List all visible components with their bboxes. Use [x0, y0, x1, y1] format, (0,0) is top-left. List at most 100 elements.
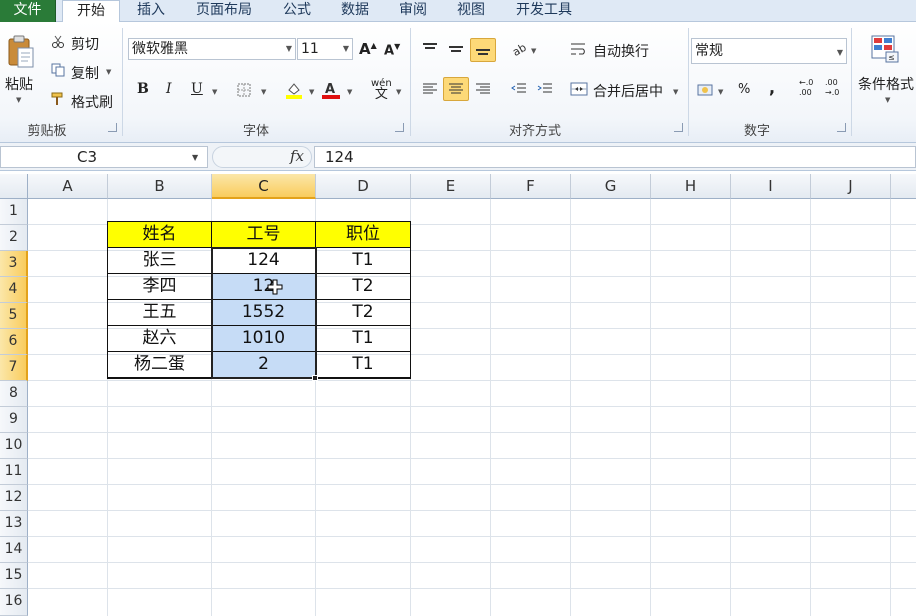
tab-view[interactable]: 视图 [446, 0, 496, 22]
cell-b3[interactable]: 张三 [108, 248, 212, 274]
conditional-formatting-icon[interactable]: ≤ [868, 32, 902, 66]
merge-dropdown-icon[interactable]: ▼ [673, 88, 678, 96]
cell-d5[interactable]: T2 [316, 300, 411, 326]
align-top-icon[interactable] [419, 38, 441, 60]
cell-c2[interactable]: 工号 [212, 222, 316, 248]
cell-b4[interactable]: 李四 [108, 274, 212, 300]
accounting-dropdown-icon[interactable]: ▼ [718, 88, 723, 96]
formula-input[interactable]: 124 [314, 146, 916, 168]
font-dialog-launcher-icon[interactable] [395, 123, 404, 132]
column-header-b[interactable]: B [108, 174, 212, 199]
row-header-14[interactable]: 14 [0, 537, 28, 563]
tab-file[interactable]: 文件 [0, 0, 56, 22]
cell-b5[interactable]: 王五 [108, 300, 212, 326]
border-icon[interactable] [236, 82, 252, 98]
underline-dropdown-icon[interactable]: ▼ [212, 88, 217, 96]
wrap-text-icon[interactable] [569, 39, 589, 59]
cell-d6[interactable]: T1 [316, 326, 411, 352]
font-name-dropdown[interactable]: 微软雅黑 ▼ [128, 38, 296, 60]
underline-button[interactable]: U [191, 81, 203, 97]
font-color-icon[interactable]: A [321, 80, 341, 100]
row-header-13[interactable]: 13 [0, 511, 28, 537]
row-header-2[interactable]: 2 [0, 225, 28, 251]
cell-c6[interactable]: 1010 [212, 326, 316, 352]
align-center-button[interactable] [443, 77, 469, 101]
tab-formulas[interactable]: 公式 [272, 0, 322, 22]
fill-color-icon[interactable] [285, 80, 303, 100]
copy-button[interactable]: 复制 [71, 63, 99, 83]
paste-icon[interactable] [4, 32, 38, 72]
increase-indent-icon[interactable] [534, 78, 556, 100]
row-header-3[interactable]: 3 [0, 251, 28, 277]
cell-d3[interactable]: T1 [316, 248, 411, 274]
fill-handle[interactable] [312, 375, 318, 381]
shrink-font-button[interactable]: A▼ [384, 42, 400, 58]
percent-style-button[interactable]: % [738, 82, 750, 97]
clipboard-dialog-launcher-icon[interactable] [108, 123, 117, 132]
column-header-h[interactable]: H [651, 174, 731, 199]
cell-b2[interactable]: 姓名 [108, 222, 212, 248]
align-middle-icon[interactable] [445, 38, 467, 60]
merge-center-button[interactable]: 合并后居中 [593, 81, 663, 101]
conditional-formatting-button[interactable]: 条件格式 [858, 74, 914, 94]
cell-d7[interactable]: T1 [316, 352, 411, 378]
alignment-dialog-launcher-icon[interactable] [674, 123, 683, 132]
column-header-a[interactable]: A [28, 174, 108, 199]
number-dialog-launcher-icon[interactable] [837, 123, 846, 132]
column-header-d[interactable]: D [316, 174, 411, 199]
border-dropdown-icon[interactable]: ▼ [261, 88, 266, 96]
column-header-f[interactable]: F [491, 174, 571, 199]
decrease-indent-icon[interactable] [508, 78, 530, 100]
copy-icon[interactable] [50, 62, 66, 78]
tab-page-layout[interactable]: 页面布局 [184, 0, 264, 22]
paste-button-label[interactable]: 粘贴 [5, 74, 33, 94]
row-header-9[interactable]: 9 [0, 407, 28, 433]
row-header-16[interactable]: 16 [0, 589, 28, 616]
row-header-10[interactable]: 10 [0, 433, 28, 459]
orientation-dropdown-icon[interactable]: ▼ [531, 47, 536, 55]
grow-font-button[interactable]: A▲ [359, 40, 377, 58]
accounting-format-icon[interactable] [696, 80, 716, 100]
column-header-e[interactable]: E [411, 174, 491, 199]
cell-c3[interactable]: 124 [212, 248, 316, 274]
decrease-decimal-button[interactable]: .00 →.0 [825, 78, 843, 98]
font-size-dropdown[interactable]: 11 ▼ [297, 38, 353, 60]
column-header-c[interactable]: C [212, 174, 316, 199]
number-format-dropdown[interactable]: 常规 ▼ [691, 38, 847, 64]
phonetic-button[interactable]: wén 文 [371, 78, 392, 101]
fill-color-dropdown-icon[interactable]: ▼ [309, 88, 314, 96]
paste-dropdown-icon[interactable]: ▼ [16, 96, 21, 104]
align-left-icon[interactable] [419, 78, 441, 100]
row-header-4[interactable]: 4 [0, 277, 28, 303]
cell-d4[interactable]: T2 [316, 274, 411, 300]
italic-button[interactable]: I [166, 81, 172, 97]
cell-b7[interactable]: 杨二蛋 [108, 352, 212, 378]
row-header-6[interactable]: 6 [0, 329, 28, 355]
cell-c4[interactable]: 12 [212, 274, 316, 300]
bold-button[interactable]: B [137, 81, 149, 97]
column-header-g[interactable]: G [571, 174, 651, 199]
tab-insert[interactable]: 插入 [124, 0, 178, 22]
tab-home[interactable]: 开始 [62, 0, 120, 23]
row-header-12[interactable]: 12 [0, 485, 28, 511]
cell-b6[interactable]: 赵六 [108, 326, 212, 352]
align-bottom-button[interactable] [470, 38, 496, 62]
row-header-11[interactable]: 11 [0, 459, 28, 485]
row-header-8[interactable]: 8 [0, 381, 28, 407]
align-right-icon[interactable] [472, 78, 494, 100]
tab-review[interactable]: 审阅 [388, 0, 438, 22]
cell-c5[interactable]: 1552 [212, 300, 316, 326]
column-header-j[interactable]: J [811, 174, 891, 199]
row-header-5[interactable]: 5 [0, 303, 28, 329]
insert-function-icon[interactable]: fx [290, 147, 304, 165]
cut-button[interactable]: 剪切 [71, 34, 99, 54]
phonetic-dropdown-icon[interactable]: ▼ [396, 88, 401, 96]
cell-c7[interactable]: 2 [212, 352, 316, 378]
increase-decimal-button[interactable]: ←.0 .00 [799, 78, 817, 98]
merge-center-icon[interactable] [569, 79, 589, 99]
column-header-i[interactable]: I [731, 174, 811, 199]
cell-d2[interactable]: 职位 [316, 222, 411, 248]
row-header-1[interactable]: 1 [0, 199, 28, 225]
orientation-icon[interactable]: ab [508, 38, 530, 60]
format-painter-button[interactable]: 格式刷 [71, 92, 113, 112]
